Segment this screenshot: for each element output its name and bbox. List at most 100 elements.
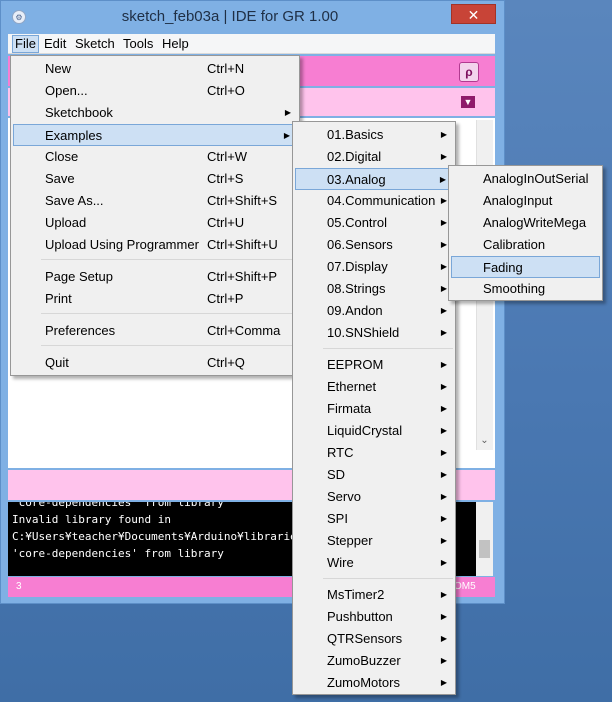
menu-item-close[interactable]: Close Ctrl+W: [13, 146, 297, 168]
menu-separator: [41, 259, 297, 260]
menu-item-label: Sketchbook: [45, 105, 113, 120]
example-item[interactable]: 06.Sensors ▶: [295, 234, 453, 256]
menu-item-label: Save As...: [45, 193, 104, 208]
chevron-right-icon: ▶: [440, 590, 447, 599]
menu-item-shortcut: Ctrl+O: [207, 83, 245, 98]
menu-sketch[interactable]: Sketch: [73, 36, 117, 52]
example-item[interactable]: SPI ▶: [295, 508, 453, 530]
menu-item-label: Examples: [45, 128, 103, 143]
close-window-button[interactable]: ✕: [451, 4, 496, 24]
menu-item-open[interactable]: Open... Ctrl+O: [13, 80, 297, 102]
chevron-right-icon: ▶: [440, 240, 447, 249]
example-item[interactable]: 08.Strings ▶: [295, 278, 453, 300]
example-item[interactable]: 05.Control ▶: [295, 212, 453, 234]
example-item[interactable]: Wire ▶: [295, 552, 453, 574]
menu-item-label: Upload Using Programmer: [45, 237, 199, 252]
chevron-right-icon: ▶: [283, 131, 290, 140]
scroll-down-icon[interactable]: ⌄: [476, 433, 493, 449]
menu-item-quit[interactable]: Quit Ctrl+Q: [13, 352, 297, 374]
menu-item-label: 07.Display: [327, 259, 388, 274]
chevron-right-icon: ▶: [284, 108, 291, 117]
menu-item-save-as[interactable]: Save As... Ctrl+Shift+S: [13, 190, 297, 212]
console-scrollbar[interactable]: [476, 502, 493, 576]
sketch-item[interactable]: Smoothing: [451, 278, 600, 300]
example-item[interactable]: Pushbutton ▶: [295, 606, 453, 628]
menu-item-new[interactable]: New Ctrl+N: [13, 58, 297, 80]
menu-edit[interactable]: Edit: [42, 36, 68, 52]
example-item[interactable]: 01.Basics ▶: [295, 124, 453, 146]
menu-item-label: ZumoBuzzer: [327, 653, 401, 668]
example-item[interactable]: QTRSensors ▶: [295, 628, 453, 650]
chevron-right-icon: ▶: [440, 558, 447, 567]
console-scroll-thumb[interactable]: [479, 540, 490, 558]
example-item[interactable]: 04.Communication ▶: [295, 190, 453, 212]
sketch-item[interactable]: AnalogInOutSerial: [451, 168, 600, 190]
example-item[interactable]: LiquidCrystal ▶: [295, 420, 453, 442]
menu-item-shortcut: Ctrl+Shift+S: [207, 193, 278, 208]
title-bar[interactable]: ⚙ sketch_feb03a | IDE for GR 1.00: [0, 0, 505, 34]
example-item[interactable]: EEPROM ▶: [295, 354, 453, 376]
chevron-right-icon: ▶: [440, 360, 447, 369]
sketch-item[interactable]: Calibration: [451, 234, 600, 256]
chevron-right-icon: ▶: [440, 218, 447, 227]
menu-item-label: AnalogInput: [483, 193, 553, 208]
example-item[interactable]: 07.Display ▶: [295, 256, 453, 278]
serial-monitor-icon[interactable]: ρ: [459, 62, 479, 82]
example-item[interactable]: Ethernet ▶: [295, 376, 453, 398]
example-item-analog[interactable]: 03.Analog ▶: [295, 168, 453, 190]
chevron-right-icon: ▶: [440, 612, 447, 621]
menu-help[interactable]: Help: [160, 36, 191, 52]
chevron-right-icon: ▶: [440, 426, 447, 435]
menu-item-label: Open...: [45, 83, 88, 98]
sketch-item-fading[interactable]: Fading: [451, 256, 600, 278]
example-item[interactable]: RTC ▶: [295, 442, 453, 464]
example-item[interactable]: Servo ▶: [295, 486, 453, 508]
menu-item-shortcut: Ctrl+N: [207, 61, 245, 76]
file-menu: New Ctrl+N Open... Ctrl+O Sketchbook ▶ E…: [10, 55, 300, 376]
menu-item-label: 06.Sensors: [327, 237, 393, 252]
example-item[interactable]: SD ▶: [295, 464, 453, 486]
example-item[interactable]: ZumoBuzzer ▶: [295, 650, 453, 672]
menu-item-upload[interactable]: Upload Ctrl+U: [13, 212, 297, 234]
menu-item-shortcut: Ctrl+Comma: [207, 323, 281, 338]
menu-item-label: RTC: [327, 445, 354, 460]
menu-item-label: 02.Digital: [327, 149, 382, 164]
menu-item-shortcut: Ctrl+Q: [207, 355, 245, 370]
example-item[interactable]: 09.Andon ▶: [295, 300, 453, 322]
menu-file[interactable]: File: [12, 35, 39, 53]
menu-item-label: Ethernet: [327, 379, 377, 394]
menu-item-label: AnalogInOutSerial: [483, 171, 589, 186]
example-item[interactable]: ZumoMotors ▶: [295, 672, 453, 694]
menu-item-upload-programmer[interactable]: Upload Using Programmer Ctrl+Shift+U: [13, 234, 297, 256]
menu-item-label: Save: [45, 171, 75, 186]
chevron-down-icon[interactable]: ▼: [461, 96, 475, 108]
menu-item-label: MsTimer2: [327, 587, 385, 602]
example-item[interactable]: 02.Digital ▶: [295, 146, 453, 168]
chevron-right-icon: ▶: [440, 448, 447, 457]
chevron-right-icon: ▶: [440, 382, 447, 391]
sketch-item[interactable]: AnalogWriteMega: [451, 212, 600, 234]
menu-item-label: Smoothing: [483, 281, 546, 296]
example-item[interactable]: 10.SNShield ▶: [295, 322, 453, 344]
menu-item-page-setup[interactable]: Page Setup Ctrl+Shift+P: [13, 266, 297, 288]
sketch-item[interactable]: AnalogInput: [451, 190, 600, 212]
chevron-right-icon: ▶: [440, 536, 447, 545]
menu-item-label: New: [45, 61, 72, 76]
menu-item-label: 03.Analog: [327, 172, 386, 187]
example-item[interactable]: MsTimer2 ▶: [295, 584, 453, 606]
chevron-right-icon: ▶: [440, 470, 447, 479]
menu-item-sketchbook[interactable]: Sketchbook ▶: [13, 102, 297, 124]
example-item[interactable]: Stepper ▶: [295, 530, 453, 552]
menu-item-label: Page Setup: [45, 269, 113, 284]
menu-item-save[interactable]: Save Ctrl+S: [13, 168, 297, 190]
menu-item-label: EEPROM: [327, 357, 384, 372]
menu-tools[interactable]: Tools: [121, 36, 155, 52]
menu-item-examples[interactable]: Examples ▶: [13, 124, 297, 146]
port-label: OM5: [454, 581, 476, 592]
menu-item-shortcut: Ctrl+S: [207, 171, 244, 186]
menu-item-print[interactable]: Print Ctrl+P: [13, 288, 297, 310]
example-item[interactable]: Firmata ▶: [295, 398, 453, 420]
app-gear-icon[interactable]: ⚙: [12, 10, 26, 24]
menu-item-label: 04.Communication: [327, 193, 436, 208]
menu-item-preferences[interactable]: Preferences Ctrl+Comma: [13, 320, 297, 342]
